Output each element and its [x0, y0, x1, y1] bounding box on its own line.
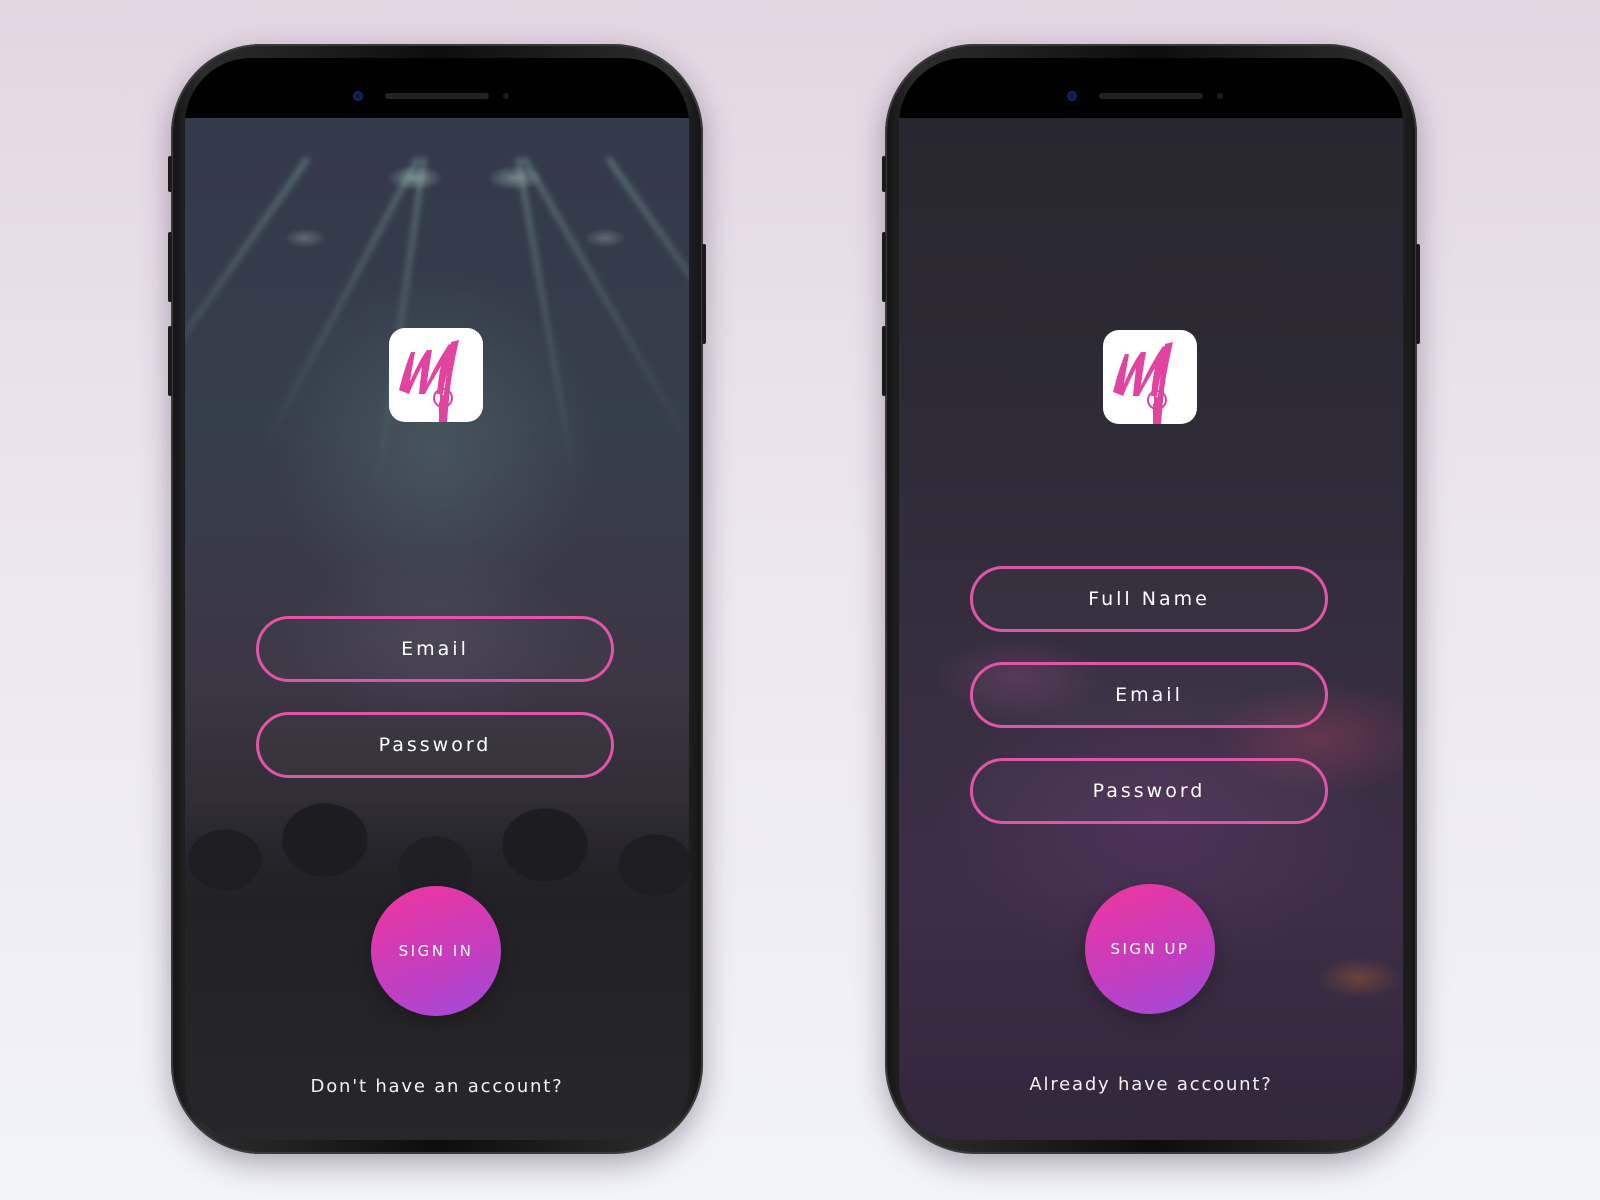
- mute-switch: [168, 156, 172, 192]
- email-input[interactable]: Email: [970, 662, 1328, 728]
- phone-mockup-sign-in: Email Password SIGN IN Don't have an acc…: [168, 44, 706, 1154]
- sign-up-link[interactable]: Don't have an account?: [185, 1076, 689, 1097]
- volume-down-button: [882, 326, 886, 396]
- earpiece-speaker: [385, 93, 489, 99]
- phone-top-bezel: [899, 58, 1403, 124]
- sign-in-link[interactable]: Already have account?: [899, 1074, 1403, 1095]
- earpiece-speaker: [1099, 93, 1203, 99]
- sign-in-screen: Email Password SIGN IN Don't have an acc…: [185, 118, 689, 1140]
- proximity-sensor: [1217, 93, 1223, 99]
- volume-up-button: [882, 232, 886, 302]
- sign-in-button[interactable]: SIGN IN: [371, 886, 501, 1016]
- power-button: [1416, 244, 1420, 344]
- front-camera-icon: [353, 91, 363, 101]
- volume-up-button: [168, 232, 172, 302]
- app-logo-icon: [389, 328, 483, 422]
- proximity-sensor: [503, 93, 509, 99]
- volume-down-button: [168, 326, 172, 396]
- power-button: [702, 244, 706, 344]
- email-input[interactable]: Email: [256, 616, 614, 682]
- sign-up-screen: Full Name Email Password SIGN UP Already…: [899, 118, 1403, 1140]
- phone-top-bezel: [185, 58, 689, 124]
- password-input[interactable]: Password: [970, 758, 1328, 824]
- phone-mockup-sign-up: Full Name Email Password SIGN UP Already…: [882, 44, 1420, 1154]
- mute-switch: [882, 156, 886, 192]
- full-name-input[interactable]: Full Name: [970, 566, 1328, 632]
- app-logo-icon: [1103, 330, 1197, 424]
- sign-up-button[interactable]: SIGN UP: [1085, 884, 1215, 1014]
- password-input[interactable]: Password: [256, 712, 614, 778]
- front-camera-icon: [1067, 91, 1077, 101]
